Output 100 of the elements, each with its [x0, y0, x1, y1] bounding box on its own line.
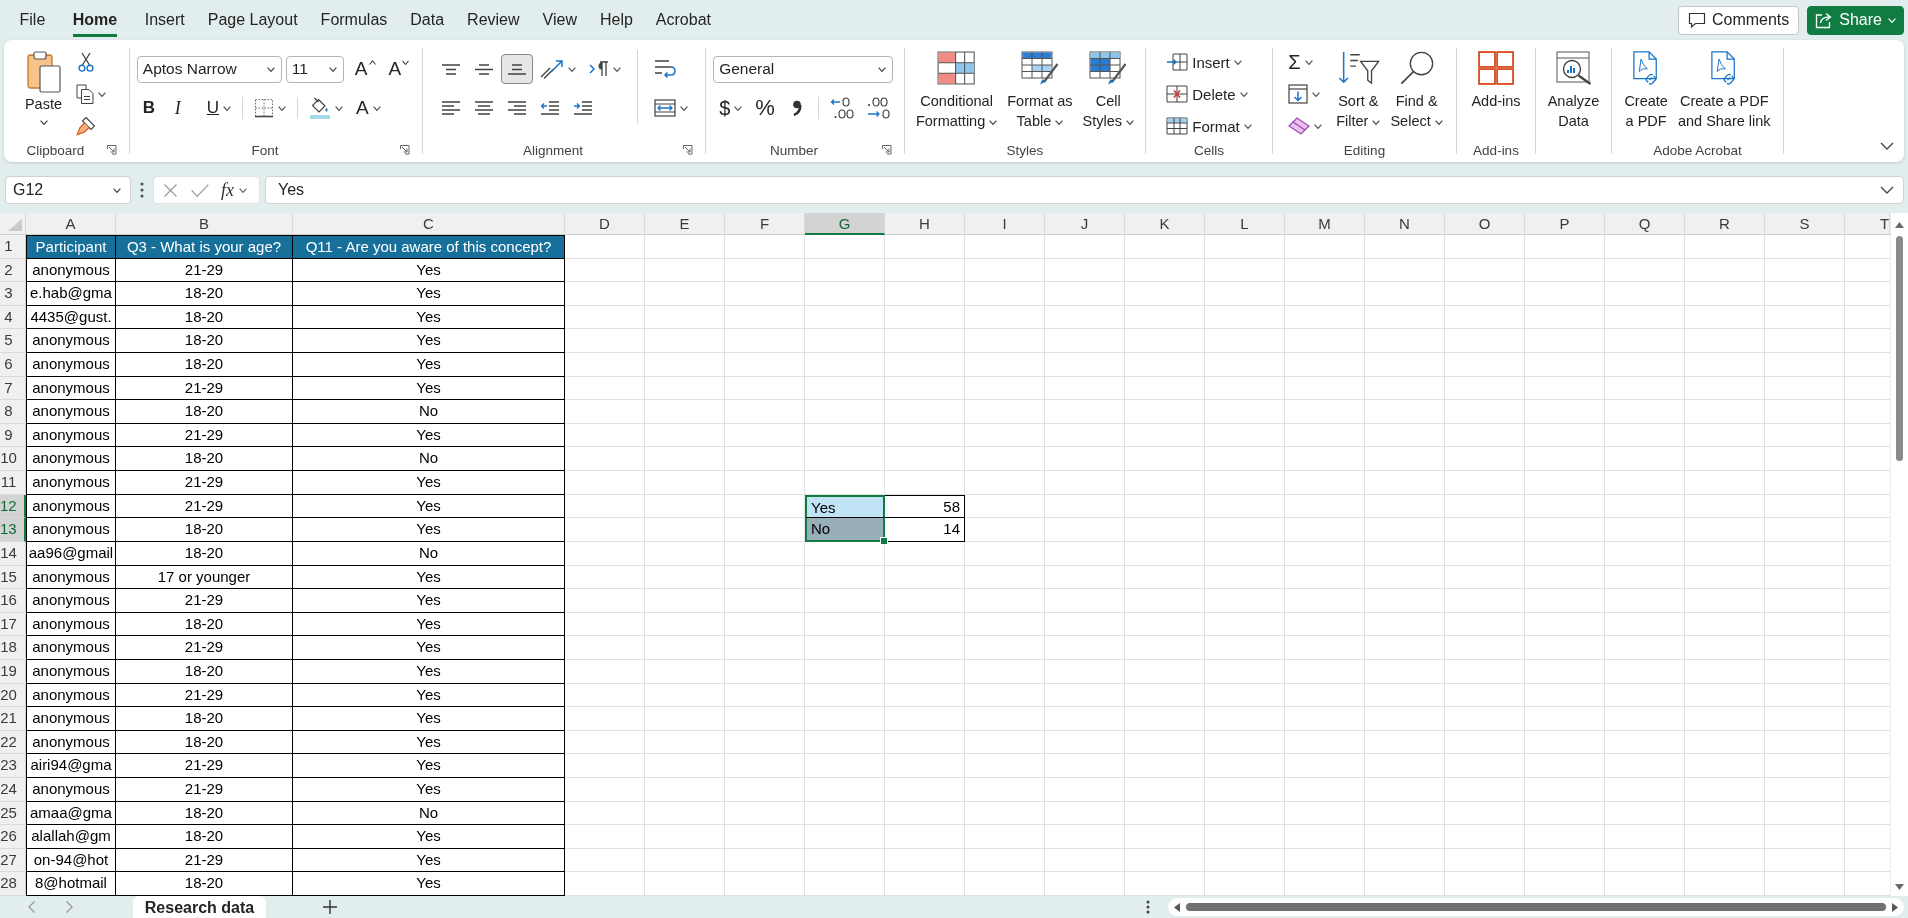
- cancel-icon[interactable]: [164, 183, 177, 197]
- check-icon[interactable]: [191, 183, 209, 197]
- column-header[interactable]: D: [565, 213, 645, 235]
- dialog-launcher-icon[interactable]: [400, 145, 410, 155]
- more-icon[interactable]: [140, 182, 144, 198]
- font-color-button[interactable]: A: [350, 93, 387, 123]
- more-icon[interactable]: [1146, 900, 1150, 914]
- row-header[interactable]: 24: [0, 777, 26, 802]
- row-header[interactable]: 9: [0, 423, 26, 448]
- column-header[interactable]: R: [1685, 213, 1765, 235]
- row-header[interactable]: 5: [0, 329, 26, 354]
- percent-style-button[interactable]: %: [749, 93, 781, 123]
- row-header[interactable]: 21: [0, 707, 26, 731]
- row-header[interactable]: 6: [0, 353, 26, 377]
- scroll-down-icon[interactable]: [1895, 884, 1904, 890]
- scrollbar-thumb[interactable]: [1896, 236, 1903, 461]
- underline-button[interactable]: U: [200, 93, 238, 123]
- menu-tab[interactable]: Acrobat: [644, 0, 723, 40]
- column-header[interactable]: T: [1845, 213, 1890, 235]
- column-header[interactable]: S: [1765, 213, 1845, 235]
- create-pdf-button[interactable]: Create a PDF: [1620, 46, 1672, 133]
- row-header[interactable]: 4: [0, 305, 26, 330]
- row-header[interactable]: 22: [0, 730, 26, 755]
- analyze-data-button[interactable]: Analyze Data: [1543, 46, 1604, 133]
- menu-tab[interactable]: Page Layout: [196, 0, 310, 40]
- menu-tab[interactable]: File: [8, 0, 57, 40]
- row-header[interactable]: 14: [0, 541, 26, 566]
- number-format-dropdown[interactable]: General: [713, 55, 894, 83]
- sheet-tab[interactable]: Research data: [133, 896, 266, 918]
- row-header[interactable]: 11: [0, 471, 26, 495]
- column-header[interactable]: A: [26, 213, 116, 235]
- row-header[interactable]: 8: [0, 400, 26, 424]
- chevron-down-icon[interactable]: [1880, 186, 1894, 194]
- row-header[interactable]: 10: [0, 447, 26, 472]
- fill-handle[interactable]: [880, 536, 888, 545]
- menu-tab[interactable]: Review: [455, 0, 532, 40]
- decrease-font-size-button[interactable]: A: [382, 54, 416, 84]
- row-header[interactable]: 1: [0, 235, 26, 259]
- row-header[interactable]: 26: [0, 825, 26, 849]
- row-header[interactable]: 3: [0, 282, 26, 306]
- row-header[interactable]: 18: [0, 636, 26, 660]
- font-size-dropdown[interactable]: 11: [285, 55, 344, 83]
- font-name-dropdown[interactable]: Aptos Narrow: [136, 55, 282, 83]
- format-as-table-button[interactable]: Format as Table: [1003, 46, 1077, 133]
- row-header[interactable]: 19: [0, 659, 26, 684]
- bold-button[interactable]: B: [136, 93, 168, 123]
- row-header[interactable]: 16: [0, 589, 26, 613]
- dialog-launcher-icon[interactable]: [882, 145, 892, 155]
- name-box[interactable]: G12: [5, 176, 131, 204]
- menu-tab[interactable]: Insert: [133, 0, 197, 40]
- horizontal-scrollbar[interactable]: [1168, 898, 1904, 916]
- column-header[interactable]: L: [1205, 213, 1285, 235]
- conditional-formatting-button[interactable]: Conditional Formatting: [911, 46, 1002, 133]
- delete-button[interactable]: Delete: [1160, 79, 1254, 109]
- comments-button[interactable]: Comments: [1677, 5, 1800, 35]
- autosum-button[interactable]: Σ: [1282, 47, 1319, 77]
- row-header[interactable]: 7: [0, 376, 26, 401]
- column-header[interactable]: P: [1525, 213, 1605, 235]
- scroll-up-icon[interactable]: [1895, 222, 1904, 228]
- row-header[interactable]: 25: [0, 801, 26, 826]
- row-header[interactable]: 23: [0, 754, 26, 778]
- row-header[interactable]: 20: [0, 683, 26, 708]
- row-header[interactable]: 13: [0, 518, 26, 542]
- column-header[interactable]: I: [965, 213, 1045, 235]
- find-select-button[interactable]: Find & Select: [1386, 46, 1447, 133]
- plus-icon[interactable]: [323, 900, 337, 914]
- row-header[interactable]: 2: [0, 258, 26, 283]
- column-header[interactable]: E: [645, 213, 725, 235]
- row-header[interactable]: 15: [0, 565, 26, 590]
- sort-filter-button[interactable]: Sort & Filter: [1332, 46, 1385, 133]
- row-header[interactable]: 12: [0, 494, 26, 519]
- column-header[interactable]: Q: [1605, 213, 1685, 235]
- dialog-launcher-icon[interactable]: [683, 145, 693, 155]
- column-header[interactable]: J: [1045, 213, 1125, 235]
- column-header[interactable]: M: [1285, 213, 1365, 235]
- bottom-align-button[interactable]: [500, 54, 533, 84]
- menu-tab[interactable]: Help: [588, 0, 645, 40]
- chevron-down-icon[interactable]: [1880, 142, 1894, 150]
- create-pdf-share-link-button[interactable]: Create a PDF and Share link: [1673, 46, 1775, 133]
- formula-input[interactable]: Yes: [265, 176, 1904, 204]
- column-header[interactable]: C: [293, 213, 565, 235]
- column-header[interactable]: F: [725, 213, 805, 235]
- column-header[interactable]: B: [116, 213, 293, 235]
- dialog-launcher-icon[interactable]: [107, 145, 117, 155]
- paste-button[interactable]: Paste: [20, 46, 67, 127]
- column-header[interactable]: N: [1365, 213, 1445, 235]
- format-button[interactable]: Format: [1160, 111, 1258, 141]
- column-header[interactable]: G: [805, 213, 885, 235]
- accounting-format-button[interactable]: $: [713, 93, 749, 123]
- scroll-right-icon[interactable]: [1892, 902, 1898, 912]
- column-header[interactable]: O: [1445, 213, 1525, 235]
- menu-tab[interactable]: View: [531, 0, 589, 40]
- insert-button[interactable]: Insert: [1160, 47, 1248, 77]
- scrollbar-thumb[interactable]: [1186, 903, 1886, 911]
- column-header[interactable]: H: [885, 213, 965, 235]
- insert-function-button[interactable]: fx: [221, 179, 247, 201]
- row-header[interactable]: 27: [0, 848, 26, 873]
- column-header[interactable]: K: [1125, 213, 1205, 235]
- share-button[interactable]: Share: [1807, 5, 1904, 35]
- menu-tab[interactable]: Data: [398, 0, 456, 40]
